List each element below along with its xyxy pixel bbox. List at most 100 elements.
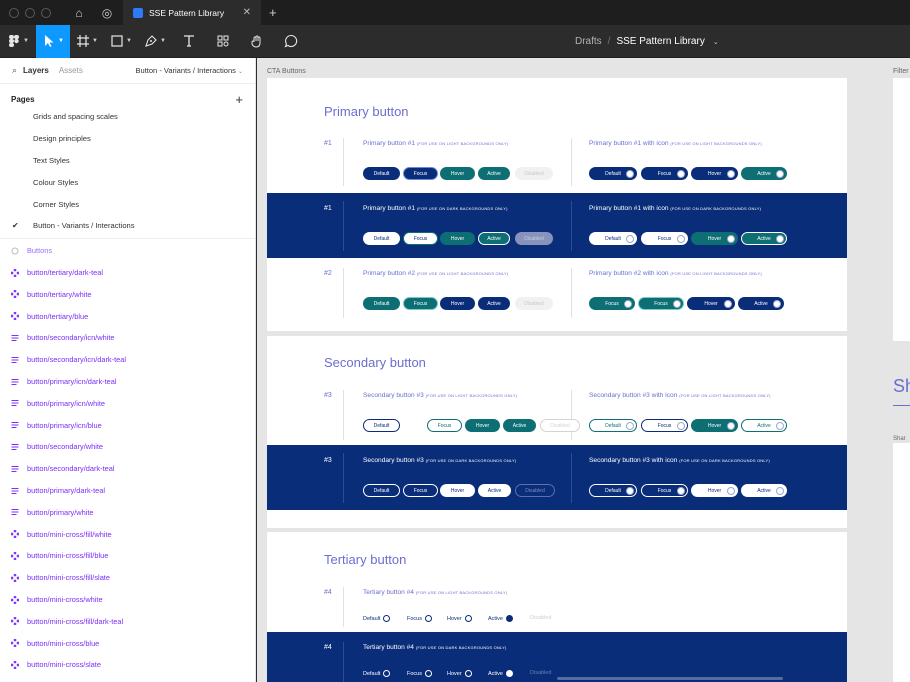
- btn-disabled[interactable]: Disabled: [515, 297, 553, 310]
- btn-active[interactable]: Active: [478, 167, 510, 180]
- layer-item[interactable]: button/secondary/icn/white: [0, 327, 255, 349]
- btn-focus[interactable]: Focus: [403, 484, 438, 497]
- hand-tool-button[interactable]: [240, 25, 274, 58]
- layer-item[interactable]: Buttons: [0, 240, 255, 262]
- add-page-plus-icon[interactable]: +: [235, 92, 243, 107]
- btn-icon-hover[interactable]: Hover: [691, 484, 738, 497]
- layer-item[interactable]: button/primary/white: [0, 501, 255, 523]
- btn-icon-hover[interactable]: Hover: [691, 232, 738, 245]
- current-page-selector[interactable]: Button - Variants / Interactions ⌄: [136, 66, 243, 75]
- btn-icon-focus[interactable]: Focus: [638, 297, 684, 310]
- canvas[interactable]: CTA Buttons Filter Primary button #1 Pri…: [257, 58, 910, 682]
- btn-hover[interactable]: Hover: [440, 167, 475, 180]
- layer-item[interactable]: button/mini-cross/fill/dark-teal: [0, 610, 255, 632]
- btn-icon-focus[interactable]: Focus: [641, 419, 688, 432]
- tertiary-default[interactable]: Default: [363, 670, 391, 677]
- frame-label-filter[interactable]: Filter: [893, 68, 909, 75]
- close-window-button[interactable]: [9, 7, 19, 18]
- btn-active[interactable]: Active: [478, 232, 510, 245]
- btn-icon-hover[interactable]: Hover: [691, 419, 738, 432]
- btn-icon-default[interactable]: Default: [589, 419, 637, 432]
- layer-item[interactable]: button/secondary/icn/dark-teal: [0, 349, 255, 371]
- btn-icon-focus[interactable]: Focus: [641, 167, 688, 180]
- btn-active[interactable]: Active: [478, 297, 510, 310]
- btn-disabled[interactable]: Disabled: [515, 167, 553, 180]
- btn-default[interactable]: Default: [363, 297, 400, 310]
- layer-item[interactable]: button/secondary/white: [0, 436, 255, 458]
- close-tab-icon[interactable]: ✕: [243, 7, 251, 18]
- new-tab-plus-icon[interactable]: +: [269, 5, 277, 20]
- shape-tool-button[interactable]: ▼: [104, 25, 138, 58]
- comment-tool-button[interactable]: [274, 25, 308, 58]
- page-item[interactable]: Design principles: [0, 128, 255, 150]
- btn-disabled[interactable]: Disabled: [540, 419, 580, 432]
- tertiary-hover[interactable]: Hover: [447, 670, 472, 677]
- btn-hover[interactable]: Hover: [440, 232, 475, 245]
- tertiary-active[interactable]: Active: [488, 615, 513, 622]
- move-tool-button[interactable]: ▼: [36, 24, 70, 58]
- page-item[interactable]: Corner Styles: [0, 193, 255, 215]
- btn-focus[interactable]: Focus: [403, 297, 438, 310]
- frame-label-cta-buttons[interactable]: CTA Buttons: [267, 68, 306, 75]
- layer-item[interactable]: button/tertiary/blue: [0, 305, 255, 327]
- chevron-down-icon[interactable]: ⌄: [713, 38, 719, 46]
- btn-disabled[interactable]: Disabled: [515, 232, 553, 245]
- breadcrumb-drafts[interactable]: Drafts: [575, 36, 602, 47]
- community-globe-icon[interactable]: ◎: [93, 0, 121, 25]
- maximize-window-button[interactable]: [41, 7, 51, 18]
- breadcrumb-file-name[interactable]: SSE Pattern Library: [616, 36, 704, 47]
- page-item[interactable]: Grids and spacing scales: [0, 106, 255, 128]
- pen-tool-button[interactable]: ▼: [138, 25, 172, 58]
- btn-hover[interactable]: Hover: [440, 297, 475, 310]
- tab-assets[interactable]: Assets: [59, 66, 83, 75]
- layer-item[interactable]: button/primary/icn/blue: [0, 414, 255, 436]
- btn-icon-hover[interactable]: Hover: [691, 167, 738, 180]
- filter-frame-card[interactable]: [893, 78, 910, 341]
- btn-disabled[interactable]: Disabled: [515, 484, 555, 497]
- btn-icon-focus[interactable]: Focus: [589, 297, 635, 310]
- layer-item[interactable]: button/mini-cross/white: [0, 589, 255, 611]
- layer-item[interactable]: button/primary/icn/white: [0, 392, 255, 414]
- frame-tool-button[interactable]: ▼: [70, 25, 104, 58]
- layer-item[interactable]: button/tertiary/white: [0, 283, 255, 305]
- btn-icon-active[interactable]: Active: [741, 484, 787, 497]
- btn-icon-active[interactable]: Active: [741, 419, 787, 432]
- btn-hover[interactable]: Hover: [465, 419, 500, 432]
- btn-icon-focus[interactable]: Focus: [641, 484, 688, 497]
- btn-active[interactable]: Active: [478, 484, 511, 497]
- btn-icon-default[interactable]: Default: [589, 167, 637, 180]
- tertiary-disabled[interactable]: Disabled: [530, 670, 551, 676]
- layer-item[interactable]: button/mini-cross/slate: [0, 654, 255, 676]
- btn-focus[interactable]: Focus: [403, 167, 438, 180]
- layer-item[interactable]: button/mini-cross/fill/slate: [0, 567, 255, 589]
- page-item[interactable]: Colour Styles: [0, 171, 255, 193]
- btn-default[interactable]: Default: [363, 232, 400, 245]
- btn-icon-active[interactable]: Active: [741, 232, 787, 245]
- btn-icon-default[interactable]: Default: [589, 232, 637, 245]
- minimize-window-button[interactable]: [25, 7, 35, 18]
- btn-icon-active[interactable]: Active: [738, 297, 784, 310]
- share-frame-card[interactable]: [893, 443, 910, 682]
- btn-focus[interactable]: Focus: [403, 232, 438, 245]
- btn-icon-focus[interactable]: Focus: [641, 232, 688, 245]
- tab-layers[interactable]: Layers: [23, 66, 49, 75]
- layer-item[interactable]: button/mini-cross/blue: [0, 632, 255, 654]
- resources-tool-button[interactable]: [206, 25, 240, 58]
- btn-default[interactable]: Default: [363, 167, 400, 180]
- tertiary-default[interactable]: Default: [363, 615, 391, 622]
- tertiary-hover[interactable]: Hover: [447, 615, 472, 622]
- btn-focus[interactable]: Focus: [427, 419, 462, 432]
- btn-active[interactable]: Active: [503, 419, 536, 432]
- btn-icon-hover[interactable]: Hover: [687, 297, 735, 310]
- tertiary-focus[interactable]: Focus: [407, 670, 432, 677]
- page-item[interactable]: ✔ Button - Variants / Interactions: [0, 215, 255, 237]
- tertiary-disabled[interactable]: Disabled: [530, 615, 551, 621]
- home-icon[interactable]: ⌂: [65, 0, 93, 25]
- layer-item[interactable]: button/mini-cross/fill/white: [0, 523, 255, 545]
- btn-hover[interactable]: Hover: [440, 484, 475, 497]
- btn-icon-active[interactable]: Active: [741, 167, 787, 180]
- layer-item[interactable]: button/primary/icn/dark-teal: [0, 371, 255, 393]
- tertiary-active[interactable]: Active: [488, 670, 513, 677]
- text-tool-button[interactable]: [172, 25, 206, 58]
- btn-icon-default[interactable]: Default: [589, 484, 637, 497]
